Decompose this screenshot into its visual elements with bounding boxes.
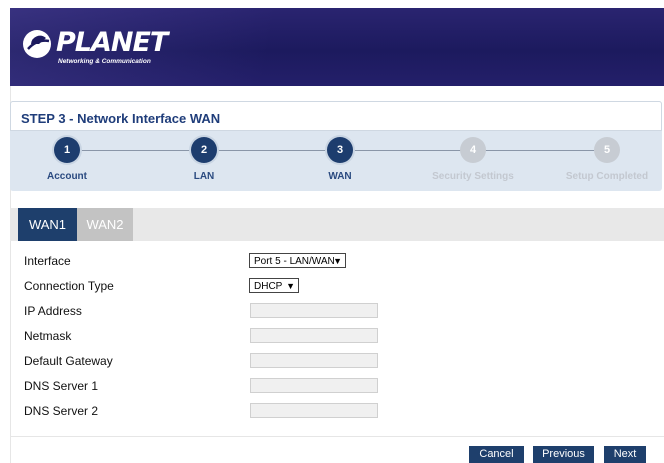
footer-divider xyxy=(10,436,664,437)
interface-select[interactable]: Port 5 - LAN/WAN ▼ xyxy=(249,253,346,268)
next-button[interactable]: Next xyxy=(604,446,646,463)
planet-logo-icon xyxy=(23,30,51,58)
wizard-step-2: 2 xyxy=(191,137,217,163)
wizard-step-3-label: WAN xyxy=(328,171,352,182)
connection-type-select[interactable]: DHCP ▼ xyxy=(249,278,299,293)
wizard-step-5: 5 xyxy=(594,137,620,163)
tab-wan1[interactable]: WAN1 xyxy=(18,208,77,241)
chevron-down-icon: ▼ xyxy=(286,281,295,291)
interface-label: Interface xyxy=(24,254,71,268)
wizard-step-5-label: Setup Completed xyxy=(565,171,649,182)
dns-server-1-label: DNS Server 1 xyxy=(24,379,99,393)
default-gateway-field[interactable] xyxy=(250,353,378,368)
ip-address-label: IP Address xyxy=(24,304,82,318)
header-banner: PLANET Networking & Communication xyxy=(10,8,664,86)
netmask-field[interactable] xyxy=(250,328,378,343)
interface-select-value: Port 5 - LAN/WAN xyxy=(254,256,335,267)
brand-name: PLANET xyxy=(56,27,168,58)
wizard-step-1-label: Account xyxy=(47,171,87,182)
wizard-step-4: 4 xyxy=(460,137,486,163)
wizard-step-3: 3 xyxy=(327,137,353,163)
ip-address-field[interactable] xyxy=(250,303,378,318)
default-gateway-label: Default Gateway xyxy=(24,354,113,368)
wizard-step-4-label: Security Settings xyxy=(432,171,514,182)
netmask-label: Netmask xyxy=(24,329,72,343)
cancel-button[interactable]: Cancel xyxy=(469,446,524,463)
wizard-track-3 xyxy=(352,150,461,151)
wizard-track-4 xyxy=(482,150,594,151)
connection-type-select-value: DHCP xyxy=(254,281,283,292)
wizard-track-2 xyxy=(216,150,329,151)
brand-tagline: Networking & Communication xyxy=(58,58,151,65)
wizard-title: STEP 3 - Network Interface WAN xyxy=(21,111,221,126)
chevron-down-icon: ▼ xyxy=(333,256,342,266)
tab-wan2[interactable]: WAN2 xyxy=(77,208,133,241)
wizard-step-2-label: LAN xyxy=(193,171,215,182)
previous-button[interactable]: Previous xyxy=(533,446,594,463)
wizard-step-1: 1 xyxy=(54,137,80,163)
wizard-track-1 xyxy=(80,150,195,151)
wizard-header: STEP 3 - Network Interface WAN xyxy=(10,101,662,131)
dns-server-1-field[interactable] xyxy=(250,378,378,393)
dns-server-2-label: DNS Server 2 xyxy=(24,404,99,418)
dns-server-2-field[interactable] xyxy=(250,403,378,418)
brand-logo: PLANET Networking & Communication xyxy=(20,24,180,74)
connection-type-label: Connection Type xyxy=(24,279,114,293)
wan-tab-bar: WAN1 WAN2 xyxy=(10,208,664,241)
